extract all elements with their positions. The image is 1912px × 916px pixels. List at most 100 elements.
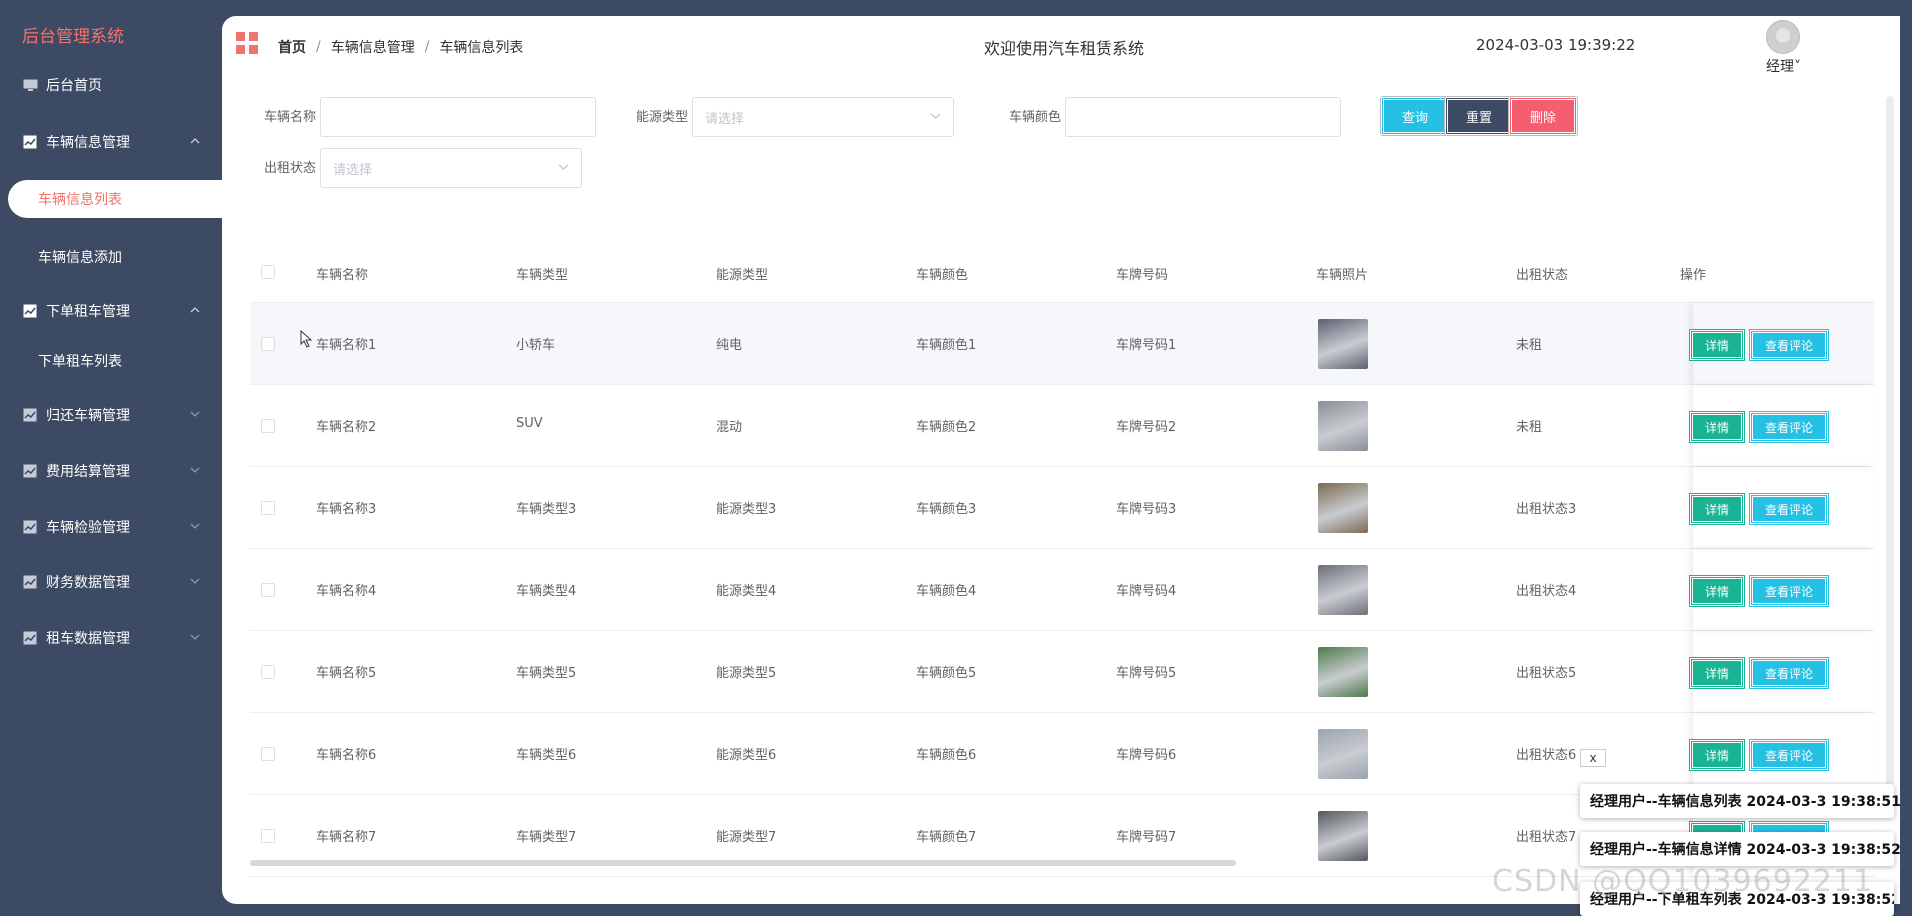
detail-button[interactable]: 详情 — [1690, 330, 1744, 360]
rental-status-cell: 出租状态6 — [1516, 748, 1577, 763]
plate-number-cell: 车牌号码3 — [1116, 502, 1177, 517]
rental-status-select[interactable]: 请选择 — [320, 148, 582, 188]
user-menu[interactable]: 经理˅ — [1766, 56, 1801, 76]
breadcrumb-vehicle-info[interactable]: 车辆信息管理 — [331, 37, 415, 57]
chart-icon — [22, 631, 38, 645]
row-checkbox[interactable] — [261, 583, 275, 597]
sidebar-item-fee[interactable]: 费用结算管理 — [0, 451, 222, 491]
sidebar-item-label: 下单租车管理 — [46, 304, 130, 320]
breadcrumb: 首页 / 车辆信息管理 / 车辆信息列表 — [278, 37, 523, 57]
sidebar-subitem-vehicle-list[interactable]: 车辆信息列表 — [8, 180, 222, 218]
rental-status-placeholder: 请选择 — [333, 162, 373, 178]
menu-grid-icon[interactable] — [236, 32, 258, 54]
sidebar-item-rental-data[interactable]: 租车数据管理 — [0, 618, 222, 658]
sidebar-item-label: 财务数据管理 — [46, 575, 130, 591]
plate-number-cell: 车牌号码1 — [1116, 338, 1177, 353]
column-header[interactable]: 出租状态 — [1516, 264, 1568, 283]
sidebar-subitem-vehicle-add[interactable]: 车辆信息添加 — [0, 237, 222, 277]
sidebar-item-return[interactable]: 归还车辆管理 — [0, 395, 222, 435]
row-checkbox[interactable] — [261, 747, 275, 761]
table-row[interactable]: 车辆名称2 SUV 混动 车辆颜色2 车牌号码2 未租 详情 查看评论 — [250, 385, 1874, 467]
table-row[interactable]: 车辆名称3 车辆类型3 能源类型3 车辆颜色3 车牌号码3 出租状态3 详情 查看评论 — [250, 467, 1874, 549]
energy-type-cell: 能源类型6 — [716, 748, 777, 763]
vehicle-name-cell: 车辆名称4 — [316, 584, 377, 599]
column-header[interactable]: 车辆名称 — [316, 264, 368, 283]
query-button[interactable]: 查询 — [1381, 97, 1449, 135]
detail-button[interactable]: 详情 — [1690, 576, 1744, 606]
chevron-down-icon — [190, 630, 200, 644]
chart-icon — [22, 408, 38, 422]
sidebar-subitem-order-list[interactable]: 下单租车列表 — [0, 341, 222, 381]
sidebar-item-order[interactable]: 下单租车管理 — [0, 291, 222, 331]
detail-button[interactable]: 详情 — [1690, 412, 1744, 442]
vehicle-photo[interactable] — [1318, 811, 1368, 861]
vehicle-photo[interactable] — [1318, 647, 1368, 697]
table-row[interactable]: 车辆名称1 小轿车 纯电 车辆颜色1 车牌号码1 未租 详情 查看评论 — [250, 303, 1874, 385]
energy-type-cell: 能源类型5 — [716, 666, 777, 681]
chevron-up-icon — [190, 303, 200, 317]
vehicle-name-cell: 车辆名称1 — [316, 338, 377, 353]
table-header: 车辆名称 车辆类型 能源类型 车辆颜色 车牌号码 车辆照片 出租状态 操作 — [250, 243, 1874, 303]
vehicle-color-cell: 车辆颜色7 — [916, 830, 977, 845]
rental-status-cell: 出租状态3 — [1516, 502, 1577, 517]
row-checkbox[interactable] — [261, 829, 275, 843]
view-reviews-button[interactable]: 查看评论 — [1750, 412, 1828, 442]
plate-number-cell: 车牌号码2 — [1116, 420, 1177, 435]
sidebar-item-vehicle-info[interactable]: 车辆信息管理 — [0, 122, 222, 162]
sidebar-item-inspection[interactable]: 车辆检验管理 — [0, 507, 222, 547]
breadcrumb-separator: / — [316, 39, 321, 55]
rental-status-label: 出租状态 — [264, 161, 317, 176]
welcome-text: 欢迎使用汽车租赁系统 — [984, 39, 1145, 58]
column-header[interactable]: 车牌号码 — [1116, 264, 1168, 283]
view-reviews-button[interactable]: 查看评论 — [1750, 576, 1828, 606]
detail-button[interactable]: 详情 — [1690, 658, 1744, 688]
row-checkbox[interactable] — [261, 665, 275, 679]
rental-status-cell: 出租状态5 — [1516, 666, 1577, 681]
table-row[interactable]: 车辆名称4 车辆类型4 能源类型4 车辆颜色4 车牌号码4 出租状态4 详情 查看评论 — [250, 549, 1874, 631]
energy-type-cell: 能源类型3 — [716, 502, 777, 517]
view-reviews-button[interactable]: 查看评论 — [1750, 740, 1828, 770]
vertical-scrollbar[interactable] — [1886, 96, 1894, 796]
horizontal-scrollbar[interactable] — [250, 860, 1236, 866]
breadcrumb-home[interactable]: 首页 — [278, 37, 306, 57]
energy-type-cell: 能源类型7 — [716, 830, 777, 845]
table-row[interactable]: 车辆名称5 车辆类型5 能源类型5 车辆颜色5 车牌号码5 出租状态5 详情 查看评论 — [250, 631, 1874, 713]
vehicle-color-cell: 车辆颜色1 — [916, 338, 977, 353]
reset-button[interactable]: 重置 — [1445, 97, 1513, 135]
avatar[interactable] — [1766, 20, 1800, 54]
notification-close-button[interactable]: x — [1580, 749, 1606, 767]
view-reviews-button[interactable]: 查看评论 — [1750, 658, 1828, 688]
sidebar-item-finance[interactable]: 财务数据管理 — [0, 562, 222, 602]
column-header[interactable]: 能源类型 — [716, 264, 768, 283]
vehicle-photo[interactable] — [1318, 483, 1368, 533]
chart-icon — [22, 520, 38, 534]
detail-button[interactable]: 详情 — [1690, 494, 1744, 524]
row-checkbox[interactable] — [261, 419, 275, 433]
view-reviews-button[interactable]: 查看评论 — [1750, 330, 1828, 360]
vehicle-name-cell: 车辆名称7 — [316, 830, 377, 845]
notification-toast: 经理用户--车辆信息列表 2024-03-3 19:38:51 — [1580, 784, 1901, 818]
chevron-down-icon — [190, 463, 200, 477]
monitor-icon — [22, 78, 38, 92]
column-header[interactable]: 车辆颜色 — [916, 264, 968, 283]
vehicle-name-input[interactable] — [320, 97, 596, 137]
sidebar-item-home[interactable]: 后台首页 — [0, 65, 222, 105]
detail-button[interactable]: 详情 — [1690, 740, 1744, 770]
row-checkbox[interactable] — [261, 337, 275, 351]
vehicle-photo[interactable] — [1318, 729, 1368, 779]
vehicle-color-input[interactable] — [1065, 97, 1341, 137]
column-header[interactable]: 车辆类型 — [516, 264, 568, 283]
view-reviews-button[interactable]: 查看评论 — [1750, 494, 1828, 524]
row-checkbox[interactable] — [261, 501, 275, 515]
table-row[interactable]: 车辆名称6 车辆类型6 能源类型6 车辆颜色6 车牌号码6 出租状态6 详情 查看评论 — [250, 713, 1874, 795]
energy-type-select[interactable]: 请选择 — [692, 97, 954, 137]
vehicle-type-cell: SUV — [516, 416, 543, 431]
vehicle-photo[interactable] — [1318, 565, 1368, 615]
delete-button[interactable]: 删除 — [1509, 97, 1577, 135]
vehicle-photo[interactable] — [1318, 401, 1368, 451]
vehicle-photo[interactable] — [1318, 319, 1368, 369]
rental-status-cell: 未租 — [1516, 338, 1543, 353]
mouse-cursor-icon — [300, 329, 314, 348]
select-all-checkbox[interactable] — [261, 265, 275, 279]
column-header[interactable]: 车辆照片 — [1316, 264, 1368, 283]
